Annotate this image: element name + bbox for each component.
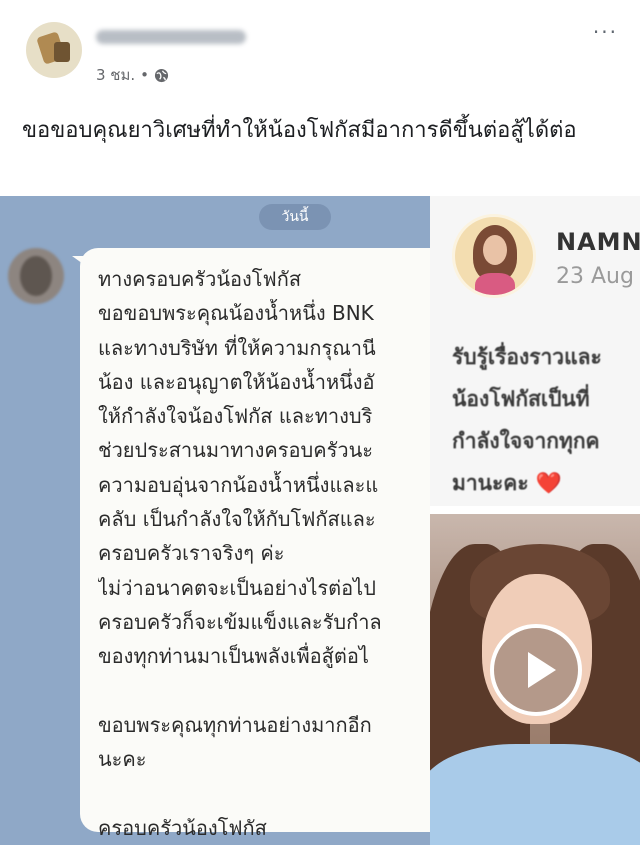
instagram-username: NAMN [556,228,640,256]
post-header: 3 ชม. • ··· [0,0,640,96]
play-icon[interactable] [490,624,582,716]
video-thumbnail[interactable] [430,514,640,845]
chat-sender-avatar [8,248,64,304]
post-caption: ขอขอบคุณยาวิเศษที่ทำให้น้องโฟกัสมีอาการด… [22,118,577,143]
meta-separator: • [140,66,150,84]
heart-icon: ❤️ [535,471,563,495]
instagram-text: รับรู้เรื่องราวและ น้องโฟกัสเป็นที่ กำลั… [452,336,640,504]
instagram-post: NAMN 23 Aug รับรู้เรื่องราวและ น้องโฟกัส… [430,196,640,506]
instagram-date: 23 Aug [556,264,634,289]
instagram-avatar [452,214,536,298]
post-meta: 3 ชม. • [96,63,169,87]
author-avatar[interactable] [26,22,82,78]
author-name-blurred[interactable] [96,30,246,44]
instagram-text-body: รับรู้เรื่องราวและ น้องโฟกัสเป็นที่ กำลั… [452,345,602,495]
instagram-screenshot: NAMN 23 Aug รับรู้เรื่องราวและ น้องโฟกัส… [430,196,640,845]
post-time[interactable]: 3 ชม. [96,63,135,87]
chat-date-label: วันนี้ [259,204,331,230]
globe-icon [154,68,169,83]
more-options-icon[interactable]: ··· [593,20,618,44]
chat-message-text: ทางครอบครัวน้องโฟกัส ขอขอบพระคุณน้องน้ำห… [98,267,382,840]
